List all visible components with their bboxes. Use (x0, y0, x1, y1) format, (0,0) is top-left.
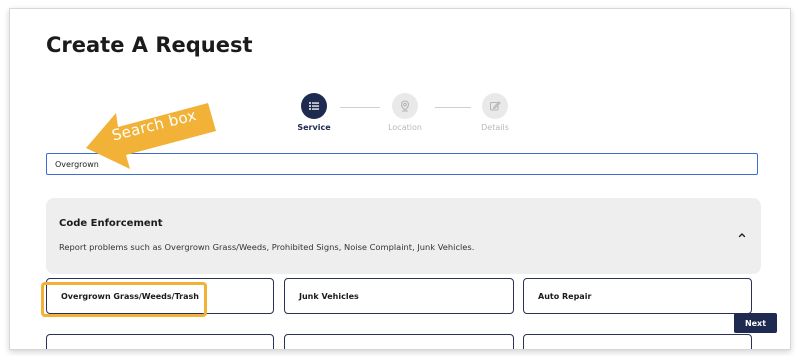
chevron-up-icon[interactable] (737, 230, 747, 240)
step-service-label: Service (297, 123, 331, 132)
category-panel-code-enforcement[interactable]: Code Enforcement Report problems such as… (46, 198, 761, 274)
app-frame: Create A Request Service Location Detail… (9, 8, 791, 350)
service-tile-partial[interactable] (46, 334, 274, 349)
step-connector (435, 107, 471, 108)
service-tile-label: Junk Vehicles (299, 292, 359, 301)
service-tile-partial[interactable] (284, 334, 514, 349)
service-tile-label: Auto Repair (538, 292, 592, 301)
highlight-box (41, 282, 207, 317)
category-description: Report problems such as Overgrown Grass/… (59, 242, 475, 252)
service-tile-partial[interactable] (523, 334, 752, 349)
step-location-icon[interactable] (392, 93, 418, 119)
step-connector (340, 107, 380, 108)
step-location-label: Location (388, 123, 422, 132)
step-service-icon[interactable] (301, 93, 327, 119)
location-pin-icon (400, 100, 410, 112)
service-tile-auto-repair[interactable]: Auto Repair (523, 278, 752, 314)
callout-arrow-icon (86, 103, 216, 169)
category-title: Code Enforcement (59, 218, 163, 229)
step-details-icon[interactable] (482, 93, 508, 119)
next-button[interactable]: Next (734, 313, 777, 333)
service-tile-junk-vehicles[interactable]: Junk Vehicles (284, 278, 514, 314)
edit-icon (490, 101, 501, 111)
list-icon (309, 102, 319, 110)
step-details-label: Details (481, 123, 509, 132)
